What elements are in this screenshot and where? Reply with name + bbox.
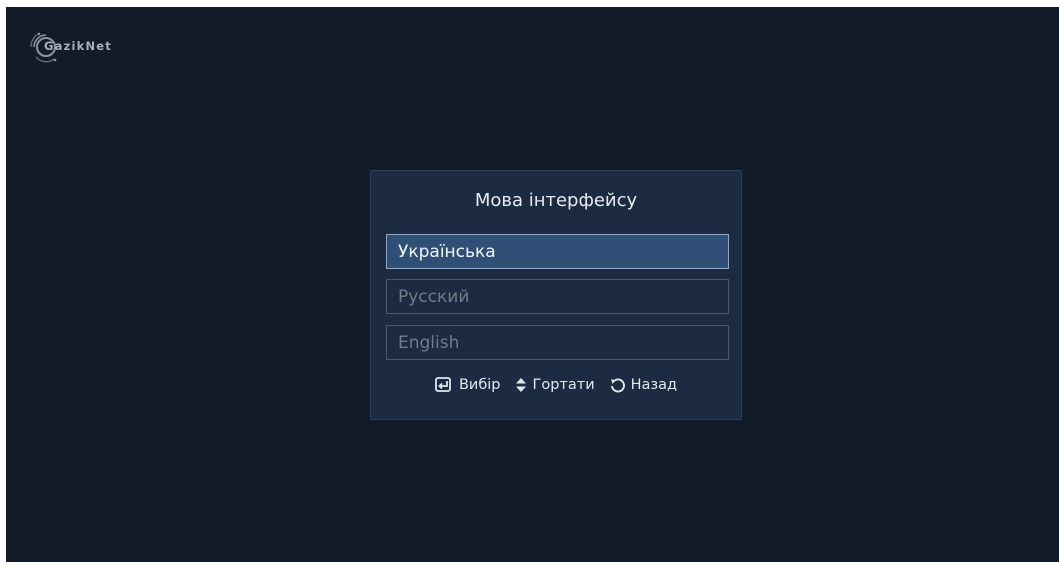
language-option-label: Українська [398, 241, 496, 262]
language-option-ukrainian[interactable]: Українська [386, 234, 729, 269]
logo: GazikNet [28, 29, 111, 65]
language-option-english[interactable]: English [386, 325, 729, 360]
language-option-russian[interactable]: Русский [386, 279, 729, 314]
app-screen: GazikNet Мова інтерфейсу Українська Русс… [6, 7, 1059, 562]
language-dialog: Мова інтерфейсу Українська Русский Engli… [370, 170, 742, 420]
language-option-label: English [398, 332, 460, 353]
hint-select: Вибір [435, 377, 501, 393]
key-hints: Вибір Гортати Назад [371, 377, 741, 393]
hint-scroll: Гортати [515, 377, 595, 393]
dialog-title: Мова інтерфейсу [474, 190, 638, 211]
enter-icon [435, 377, 451, 392]
hint-scroll-label: Гортати [532, 377, 595, 393]
logo-text: GazikNet [44, 39, 113, 53]
hint-select-label: Вибір [458, 377, 501, 393]
language-option-label: Русский [398, 286, 470, 307]
back-arrow-icon [610, 378, 625, 393]
hint-back: Назад [609, 377, 677, 393]
hint-back-label: Назад [630, 377, 678, 393]
up-down-icon [515, 378, 526, 392]
